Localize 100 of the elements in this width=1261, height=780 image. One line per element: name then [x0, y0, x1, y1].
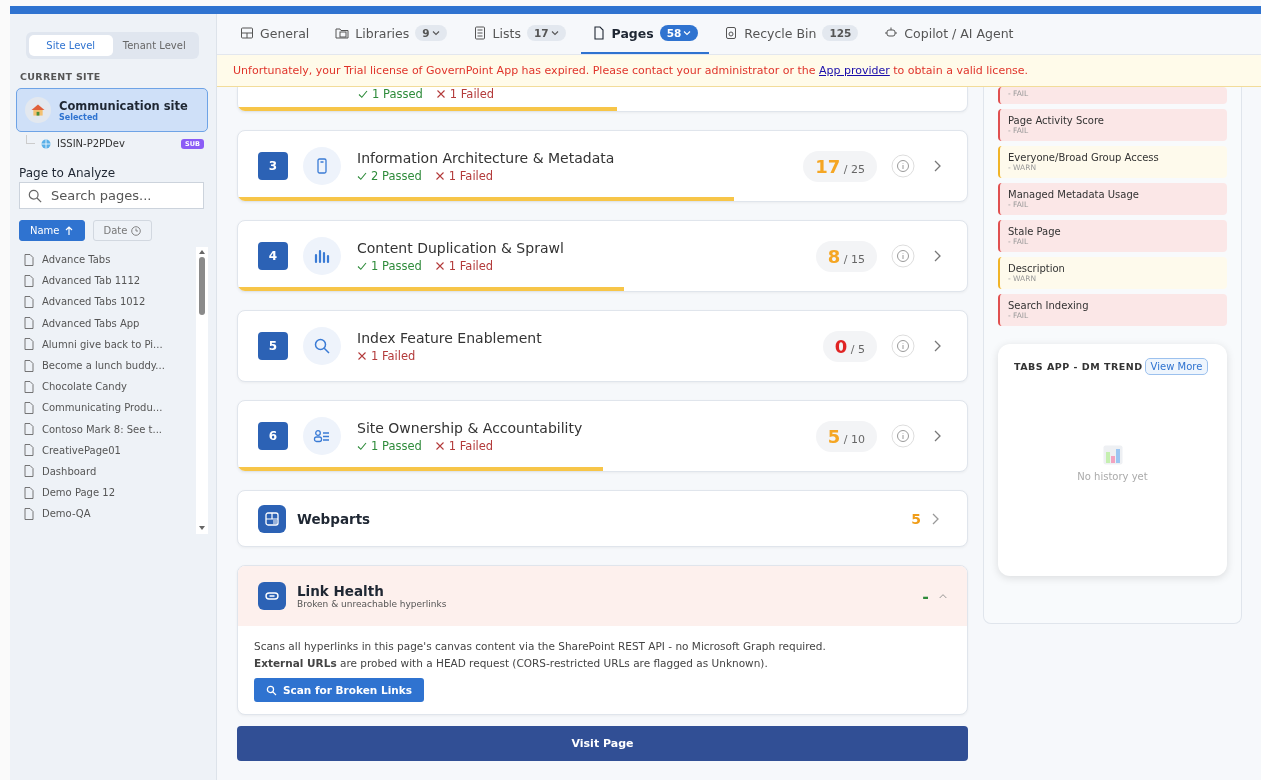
- sort-button[interactable]: Date: [92, 220, 153, 241]
- page-list-item[interactable]: Advanced Tabs App: [24, 312, 196, 334]
- scroll-up-icon[interactable]: [198, 249, 206, 255]
- nav-tab[interactable]: Lists 17: [461, 14, 577, 54]
- site-status: Selected: [59, 112, 100, 122]
- link-icon: [258, 582, 286, 610]
- webparts-count: 5: [911, 510, 921, 527]
- scope-tab[interactable]: Tenant Level: [112, 35, 196, 56]
- cross-icon: [434, 260, 445, 271]
- chevron-down-icon: [550, 29, 559, 37]
- webparts-title: Webparts: [297, 510, 372, 527]
- link-health-title: Link Health: [297, 583, 385, 599]
- chevron-down-icon: [683, 29, 692, 37]
- site-card[interactable]: Communication site Selected: [16, 88, 208, 132]
- page-icon: [24, 317, 34, 330]
- check-title: Managed Metadata Usage: [1008, 189, 1140, 200]
- sort-button[interactable]: Name: [19, 220, 85, 241]
- page-list-item[interactable]: Alumni give back to Pi...: [24, 333, 196, 355]
- count-badge: 17: [526, 25, 566, 41]
- page-list-item[interactable]: Chocolate Candy: [24, 376, 196, 398]
- page-icon: [24, 486, 34, 499]
- nav-tab[interactable]: Libraries 9: [324, 14, 458, 54]
- check-title: Description: [1008, 263, 1066, 274]
- search-field[interactable]: Search pages...: [19, 182, 204, 209]
- page-icon: [24, 338, 34, 351]
- list-icon: [472, 26, 487, 40]
- page-list-item[interactable]: Advanced Tabs 1012: [24, 291, 196, 313]
- page-list-item[interactable]: Communicating Produ...: [24, 397, 196, 419]
- page-icon: [24, 253, 34, 266]
- globe-icon: [41, 138, 51, 149]
- empty-state-text: No history yet: [1077, 471, 1148, 482]
- chevron-right-icon: [931, 512, 939, 525]
- page-icon: [24, 295, 34, 308]
- page-icon: [24, 444, 34, 457]
- page-list-item[interactable]: Demo-QA: [24, 503, 196, 525]
- page-list-item[interactable]: Demo Page 12: [24, 482, 196, 504]
- chevron-right-icon[interactable]: [933, 160, 941, 172]
- section-heading: CURRENT SITE: [20, 71, 102, 82]
- chevron-right-icon[interactable]: [933, 430, 941, 442]
- clock-icon: [131, 225, 142, 236]
- scan-button[interactable]: Scan for Broken Links: [254, 678, 424, 702]
- chevron-right-icon[interactable]: [933, 340, 941, 352]
- trend-title: TABS APP - DM TREND: [1014, 361, 1143, 372]
- nav-tab[interactable]: Copilot / AI Agent: [873, 14, 1025, 54]
- check-title: Page Activity Score: [1008, 115, 1105, 126]
- check-title: Everyone/Broad Group Access: [1008, 152, 1160, 163]
- count-badge: 9: [415, 25, 447, 41]
- subsite-name[interactable]: ISSIN-P2PDev: [57, 138, 176, 149]
- link-health-subtitle: Broken & unreachable hyperlinks: [297, 599, 448, 609]
- category-number: 6: [258, 422, 288, 450]
- page-icon: [24, 401, 34, 414]
- visit-page-button[interactable]: Visit Page: [237, 726, 968, 761]
- check-icon: [357, 170, 367, 181]
- page-list-item[interactable]: CreativePage01: [24, 439, 196, 461]
- page-icon: [591, 26, 606, 40]
- passed-count: 1 Passed: [371, 258, 422, 273]
- category-card[interactable]: 3 Information Architecture & Metadata 2 Passed 1 Failed 17 / 25: [237, 130, 968, 202]
- score-pill: 0 / 5: [822, 330, 877, 362]
- folder-icon: [335, 26, 350, 40]
- nav-tab[interactable]: General: [229, 14, 321, 54]
- grid-icon: [240, 26, 254, 40]
- failed-count: 1 Failed: [449, 87, 495, 101]
- search-icon: [303, 327, 341, 365]
- category-title: Index Feature Enablement: [357, 329, 543, 346]
- people-list-icon: [303, 417, 341, 455]
- passed-count: 1 Passed: [372, 87, 423, 101]
- passed-count: 2 Passed: [371, 168, 422, 183]
- category-card[interactable]: 1 Passed 1 Failed: [237, 87, 968, 112]
- check-title: Search Indexing: [1008, 300, 1090, 311]
- category-card[interactable]: 4 Content Duplication & Sprawl 1 Passed 1 Failed 8 / 15: [237, 220, 968, 292]
- nav-tab[interactable]: Recycle Bin 125: [713, 14, 870, 54]
- category-number: 5: [258, 332, 288, 360]
- page-list-item[interactable]: Contoso Mark 8: See t...: [24, 418, 196, 440]
- webparts-icon: [258, 504, 286, 533]
- score-pill: 5 / 10: [815, 420, 877, 452]
- category-card[interactable]: 6 Site Ownership & Accountability 1 Passed 1 Failed 5 / 10: [237, 400, 968, 472]
- section-heading: Page to Analyze: [19, 166, 116, 180]
- scope-tab[interactable]: Site Level: [29, 35, 113, 56]
- failed-count: 1 Failed: [448, 168, 494, 183]
- search-icon: [28, 189, 42, 203]
- cross-icon: [434, 440, 445, 451]
- scrollbar[interactable]: [196, 247, 208, 534]
- page-list-item[interactable]: Advanced Tab 1112: [24, 270, 196, 292]
- app-provider-link[interactable]: App provider: [819, 64, 890, 77]
- page-list-item[interactable]: Advance Tabs: [24, 249, 196, 271]
- page-list-item[interactable]: Become a lunch buddy...: [24, 354, 196, 377]
- webparts-card[interactable]: Webparts 5: [237, 490, 968, 547]
- page-icon: [24, 359, 34, 372]
- category-card[interactable]: 5 Index Feature Enablement 1 Failed 0 / 5: [237, 310, 968, 382]
- category-title: Information Architecture & Metadata: [357, 149, 616, 166]
- page-list-item[interactable]: Dashboard: [24, 460, 196, 483]
- check-title: Stale Page: [1008, 226, 1062, 237]
- link-health-header[interactable]: Link Health Broken & unreachable hyperlinks -: [238, 566, 967, 626]
- passed-count: 1 Passed: [371, 438, 422, 453]
- scroll-down-icon[interactable]: [198, 525, 206, 531]
- view-more-button[interactable]: View More: [1144, 358, 1209, 375]
- chevron-right-icon[interactable]: [933, 250, 941, 262]
- cross-icon: [434, 170, 445, 181]
- page-icon: [24, 465, 34, 478]
- page-icon: [24, 507, 34, 520]
